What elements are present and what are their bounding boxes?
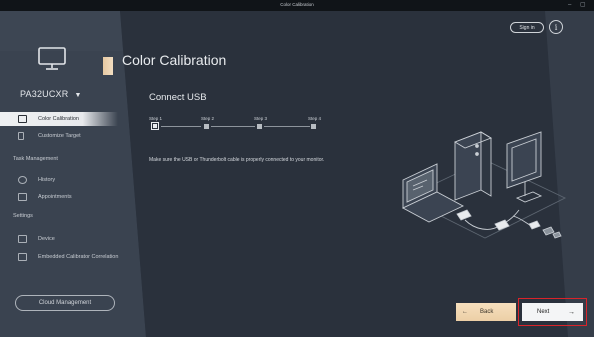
next-button[interactable]: Next →	[522, 303, 583, 321]
chevron-down-icon: ▼	[74, 92, 82, 99]
step-indicator	[257, 124, 262, 129]
minimize-button[interactable]: –	[568, 1, 571, 10]
step-label: Step 2	[201, 116, 215, 121]
arrow-left-icon: ←	[462, 309, 468, 315]
sidebar-item-device[interactable]: Device	[0, 232, 55, 246]
step-connector	[161, 126, 201, 127]
model-selector[interactable]: PA32UCXR ▼	[20, 89, 82, 99]
monitor-icon	[38, 47, 66, 70]
sidebar-item-history[interactable]: History	[0, 173, 55, 187]
next-label: Next	[537, 309, 550, 315]
monitor-icon	[18, 235, 27, 243]
sidebar-item-label: Appointments	[38, 194, 72, 200]
model-name: PA32UCXR	[20, 89, 69, 99]
back-button[interactable]: ← Back	[456, 303, 516, 321]
restore-button[interactable]: ▢	[580, 1, 586, 10]
color-calibration-icon	[18, 115, 27, 123]
calibrator-icon	[18, 253, 27, 261]
section-task-management: Task Management	[13, 156, 58, 162]
sidebar-item-label: Device	[38, 236, 55, 242]
section-settings: Settings	[13, 213, 33, 219]
arrow-right-icon: →	[568, 308, 575, 316]
cloud-management-button[interactable]: Cloud Management	[15, 295, 115, 311]
sidebar-item-label: Color Calibration	[38, 116, 79, 122]
sidebar-item-label: Customize Target	[38, 133, 81, 139]
usb-connection-illustration	[402, 131, 567, 239]
instruction-text: Make sure the USB or Thunderbolt cable i…	[149, 157, 325, 163]
sidebar-item-embedded-calibrator-correlation[interactable]: Embedded Calibrator Correlation	[0, 250, 118, 264]
step-indicator	[204, 124, 209, 129]
step-label: Step 4	[308, 116, 322, 121]
info-icon[interactable]: i	[549, 20, 563, 34]
step-label: Step 3	[254, 116, 268, 121]
customize-target-icon	[18, 132, 24, 140]
calendar-icon	[18, 193, 27, 201]
step-connector	[264, 126, 310, 127]
window-title: Color Calibration	[280, 2, 314, 7]
step-indicator-current	[151, 122, 159, 130]
step-label: Step 1	[149, 116, 163, 121]
window-titlebar: Color Calibration – ▢	[0, 0, 594, 11]
sidebar-item-label: Embedded Calibrator Correlation	[38, 254, 119, 260]
sidebar-item-appointments[interactable]: Appointments	[0, 190, 72, 204]
section-title: Connect USB	[149, 92, 207, 103]
sign-in-button[interactable]: Sign in	[510, 22, 544, 33]
sidebar-item-label: History	[38, 177, 56, 183]
sidebar-item-customize-target[interactable]: Customize Target	[0, 129, 81, 143]
sidebar-item-color-calibration[interactable]: Color Calibration	[0, 112, 118, 126]
back-label: Back	[480, 309, 494, 315]
page-title: Color Calibration	[122, 52, 227, 68]
title-accent-bar	[103, 57, 113, 75]
step-indicator	[311, 124, 316, 129]
step-connector	[211, 126, 255, 127]
history-icon	[18, 176, 27, 184]
